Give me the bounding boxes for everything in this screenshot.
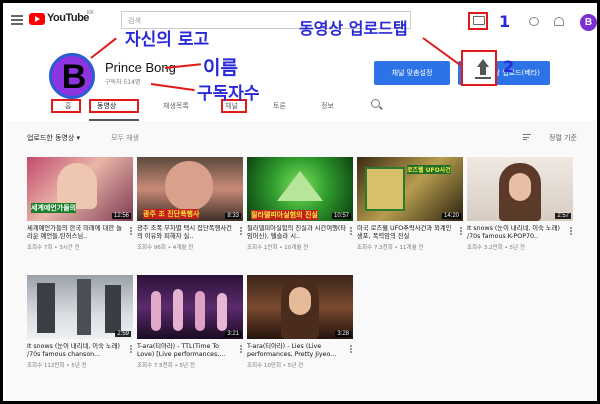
tab-discussion[interactable]: 토론 xyxy=(273,101,286,111)
video-duration: 10:57 xyxy=(331,213,351,219)
video-duration: 2:59 xyxy=(115,331,131,337)
more-options-icon[interactable] xyxy=(130,227,133,237)
logo-annotation: 자신의 로고 xyxy=(125,30,210,50)
upload-arrow-icon xyxy=(477,59,489,67)
thumbnail-caption: 세계예언가들의 xyxy=(31,203,77,213)
video-thumbnail[interactable]: 세계예언가들의 12:56 xyxy=(27,157,133,221)
video-title[interactable]: 필라델피아실험의 진실과 시간여행(타임머신), 텔슬라 시.. xyxy=(247,225,347,241)
video-duration: 12:56 xyxy=(111,213,131,219)
tab-about[interactable]: 정보 xyxy=(321,101,334,111)
youtube-logo-text[interactable]: YouTube xyxy=(47,12,89,24)
youtube-logo-icon[interactable] xyxy=(29,13,45,25)
more-options-icon[interactable] xyxy=(240,227,243,237)
sort-icon[interactable] xyxy=(523,134,531,140)
more-options-icon[interactable] xyxy=(240,345,243,355)
screenshot-frame: YouTube KR 검색 B B Prince Bong 구독자 514명 채… xyxy=(0,0,600,404)
video-meta: 조회수 7.3천회 • 11개월 전 xyxy=(357,245,424,251)
channel-avatar: B xyxy=(49,53,95,99)
thumbnail-caption: 광주 조 진단폭행사 xyxy=(143,209,200,219)
thumbnail-caption: 로즈웰 UFO사건 xyxy=(407,165,451,174)
uploads-filter-dropdown[interactable]: 업로드한 동영상 ▾ xyxy=(27,133,80,143)
video-meta: 조회수 96회 • 4개월 전 xyxy=(137,245,194,251)
name-annotation: 이름 xyxy=(203,57,238,79)
channel-search-icon[interactable] xyxy=(371,99,380,108)
video-meta: 조회수 7.5천회 • 5년 전 xyxy=(137,363,195,369)
account-avatar[interactable]: B xyxy=(580,14,597,31)
upload-arrow-stem xyxy=(480,67,486,75)
video-title[interactable]: 미국 로즈웰 UFO추락사건과 외계인 생포, 폭력암의 진실 xyxy=(357,225,457,241)
notifications-icon[interactable] xyxy=(554,17,564,26)
video-title[interactable]: 광주 조폭 무차별 택시 집단폭행사건의 이유와 피해자 실.. xyxy=(137,225,237,241)
video-duration: 2:57 xyxy=(555,213,571,219)
annotation-number-2: 2 xyxy=(503,57,515,76)
customize-channel-button[interactable]: 채널 맞춤설정 xyxy=(374,61,450,85)
video-meta: 조회수 3.2만회 • 5년 전 xyxy=(467,245,525,251)
video-meta: 조회수 10만회 • 5년 전 xyxy=(247,363,304,369)
video-title[interactable]: 세계예언가들의 한국 미래에 대한 놀라운 예언들,탄허스님.. xyxy=(27,225,127,241)
video-thumbnail[interactable]: 로즈웰 UFO사건 14:20 xyxy=(357,157,463,221)
video-duration: 3:21 xyxy=(225,331,241,337)
video-thumbnail[interactable]: 3:28 xyxy=(247,275,353,339)
video-meta: 조회수 112만회 • 5년 전 xyxy=(27,363,87,369)
video-duration: 14:20 xyxy=(441,213,461,219)
subs-annotation-arrow xyxy=(150,83,195,92)
thumbnail-caption: 필라델피아실험의 진실 xyxy=(251,210,318,220)
video-duration: 3:28 xyxy=(335,331,351,337)
upload-icon-highlight[interactable] xyxy=(461,50,497,86)
more-options-icon[interactable] xyxy=(350,227,353,237)
more-options-icon[interactable] xyxy=(350,345,353,355)
video-meta: 조회수 1만회 • 10개월 전 xyxy=(247,245,309,251)
annotation-number-1: 1 xyxy=(499,12,511,31)
tab-playlists[interactable]: 재생목록 xyxy=(163,101,189,111)
video-thumbnail[interactable]: 2:59 xyxy=(27,275,133,339)
video-title[interactable]: T-ara(티아라) - Lies (Live performances, Pr… xyxy=(247,343,347,359)
video-meta: 조회수 7회 • 3시간 전 xyxy=(27,245,80,251)
subscriber-count: 구독자 514명 xyxy=(105,79,141,86)
upload-tab-annotation: 동영상 업로드탭 xyxy=(299,19,408,38)
home-tab-highlight xyxy=(51,99,81,113)
more-options-icon[interactable] xyxy=(130,345,133,355)
upload-arrow-base xyxy=(475,77,491,79)
video-thumbnail[interactable]: 광주 조 진단폭행사 8:33 xyxy=(137,157,243,221)
video-thumbnail[interactable]: 3:21 xyxy=(137,275,243,339)
channel-avatar-letter: B xyxy=(61,58,87,96)
more-options-icon[interactable] xyxy=(460,227,463,237)
messages-icon[interactable] xyxy=(529,17,539,26)
hamburger-menu-icon[interactable] xyxy=(11,15,23,25)
video-thumbnail[interactable]: 2:57 xyxy=(467,157,573,221)
create-icon-highlight xyxy=(468,12,488,30)
play-all-link[interactable]: 모두 재생 xyxy=(111,133,139,143)
video-duration: 8:33 xyxy=(225,213,241,219)
logo-region: KR xyxy=(87,10,94,16)
subs-annotation: 구독자수 xyxy=(197,84,260,104)
sort-button[interactable]: 정렬 기준 xyxy=(549,133,577,143)
video-title[interactable]: It snows (눈이 내리네, 이숙 노래) /70s famous cha… xyxy=(27,343,127,359)
more-options-icon[interactable] xyxy=(570,227,573,237)
videos-tab-highlight xyxy=(89,99,139,113)
video-title[interactable]: It snows (눈이 내리네, 이숙 노래) /70s famous K-P… xyxy=(467,225,567,241)
video-thumbnail[interactable]: 필라델피아실험의 진실 10:57 xyxy=(247,157,353,221)
video-title[interactable]: T-ara(티아라) - TTL(Time To Love) [Live per… xyxy=(137,343,237,359)
